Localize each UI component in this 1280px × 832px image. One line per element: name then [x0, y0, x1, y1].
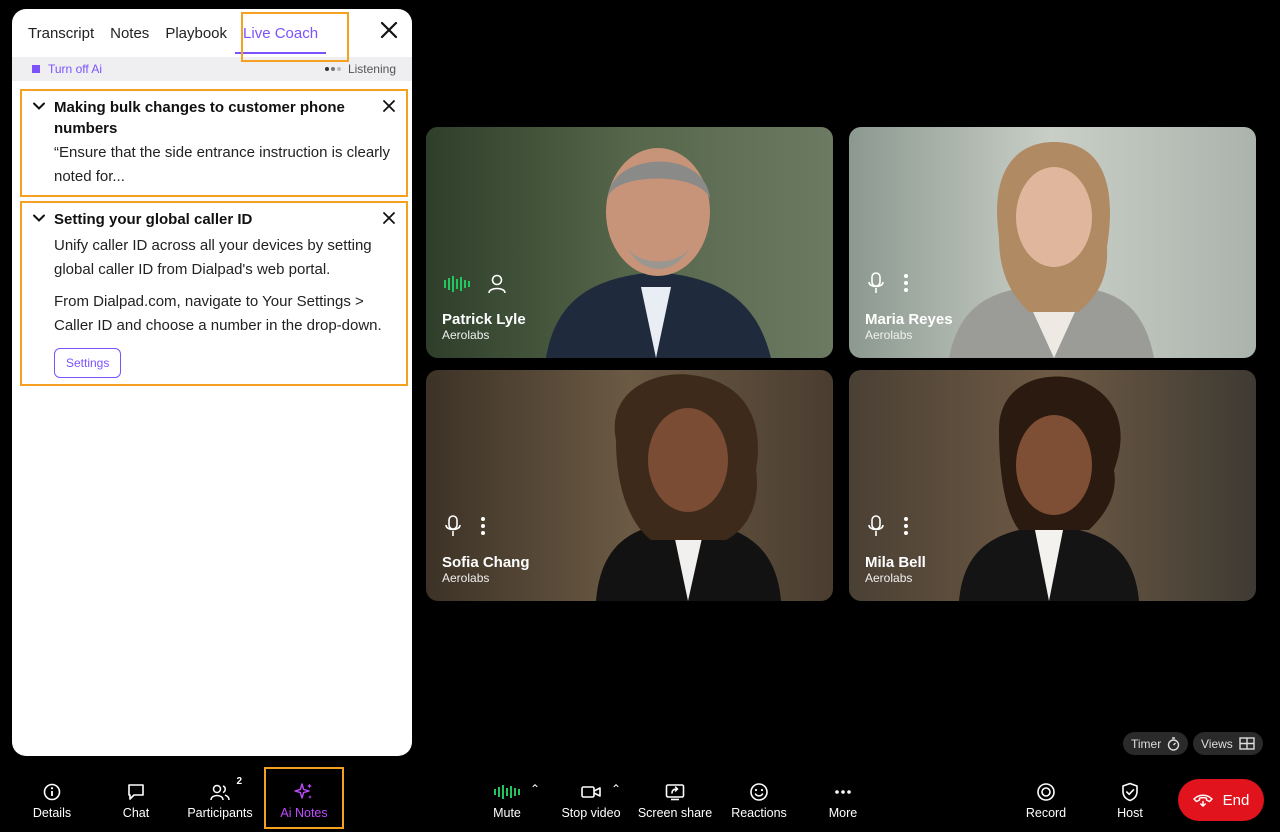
participant-org: Aerolabs	[865, 328, 913, 342]
more-label: More	[828, 806, 858, 820]
chevron-down-icon[interactable]	[32, 99, 46, 113]
more-vertical-icon[interactable]	[480, 516, 486, 536]
end-call-button[interactable]: End	[1178, 779, 1264, 821]
chevron-down-icon[interactable]	[32, 211, 46, 225]
video-options-chevron-icon[interactable]: ⌃	[611, 782, 621, 796]
tab-playbook[interactable]: Playbook	[165, 25, 227, 42]
card-title: Setting your global caller ID	[54, 211, 253, 228]
timer-label: Timer	[1131, 736, 1162, 751]
more-button[interactable]: More	[826, 782, 860, 822]
card-body: Unify caller ID across all your devices …	[54, 237, 372, 278]
turn-off-ai-button[interactable]: Turn off Ai	[32, 62, 102, 76]
screen-share-button[interactable]: Screen share	[638, 782, 712, 822]
ai-notes-label: Ai Notes	[280, 806, 328, 820]
video-tile[interactable]: Sofia Chang Aerolabs	[426, 370, 833, 601]
speaking-indicator-icon	[444, 276, 470, 292]
stop-video-button[interactable]: ⌃ Stop video	[560, 782, 622, 822]
smiley-icon	[750, 783, 768, 801]
reactions-label: Reactions	[731, 806, 787, 820]
more-horizontal-icon	[835, 790, 851, 794]
sparkle-icon	[294, 783, 312, 799]
card-body: “Ensure that the side entrance instructi…	[54, 144, 390, 185]
person-icon[interactable]	[488, 274, 506, 294]
settings-button[interactable]: Settings	[54, 348, 122, 378]
stopwatch-icon	[1168, 736, 1180, 751]
chat-button[interactable]: Chat	[114, 782, 158, 822]
tile-controls	[444, 515, 486, 537]
mute-options-chevron-icon[interactable]: ⌃	[530, 782, 540, 796]
ai-status-bar: Turn off Ai Listening	[12, 57, 412, 81]
card-close-icon[interactable]	[382, 211, 396, 225]
record-label: Record	[1025, 806, 1067, 820]
views-label: Views	[1201, 736, 1233, 751]
views-button[interactable]: Views	[1193, 732, 1263, 755]
grid-icon	[1239, 737, 1255, 750]
participants-count-badge: 2	[236, 776, 242, 787]
chat-label: Chat	[122, 806, 150, 820]
host-label: Host	[1117, 806, 1143, 820]
timer-button[interactable]: Timer	[1123, 732, 1189, 755]
participant-name: Sofia Chang	[442, 554, 530, 571]
video-tile[interactable]: Patrick Lyle Aerolabs	[426, 127, 833, 358]
close-icon[interactable]	[380, 21, 398, 43]
stop-video-label: Stop video	[561, 806, 621, 820]
coach-card: Setting your global caller ID Unify call…	[20, 201, 408, 386]
tile-controls	[867, 272, 909, 294]
participant-name: Mila Bell	[865, 554, 926, 571]
live-coach-panel: Transcript Notes Playbook Live Coach Tur…	[12, 9, 412, 756]
participant-org: Aerolabs	[865, 571, 913, 585]
listening-status: Listening	[324, 62, 396, 76]
more-vertical-icon[interactable]	[903, 273, 909, 293]
microphone-icon[interactable]	[867, 515, 885, 537]
details-label: Details	[32, 806, 72, 820]
coach-card: Making bulk changes to customer phone nu…	[20, 89, 408, 197]
participants-icon	[210, 784, 230, 801]
ai-notes-button[interactable]: Ai Notes	[278, 782, 330, 822]
tab-transcript[interactable]: Transcript	[28, 25, 94, 42]
participants-label: Participants	[187, 806, 253, 820]
card-close-icon[interactable]	[382, 99, 396, 113]
participant-org: Aerolabs	[442, 571, 490, 585]
card-body: From Dialpad.com, navigate to Your Setti…	[54, 293, 382, 334]
record-icon	[1037, 783, 1055, 801]
participant-name: Maria Reyes	[865, 311, 953, 328]
listening-label: Listening	[347, 62, 396, 76]
microphone-icon[interactable]	[867, 272, 885, 294]
participant-org: Aerolabs	[442, 328, 490, 342]
reactions-button[interactable]: Reactions	[731, 782, 787, 822]
info-icon	[43, 783, 61, 801]
more-vertical-icon[interactable]	[903, 516, 909, 536]
mute-button[interactable]: ⌃ Mute	[490, 782, 540, 822]
end-label: End	[1222, 791, 1250, 809]
card-title: Making bulk changes to customer phone nu…	[54, 99, 345, 137]
mute-label: Mute	[493, 806, 521, 820]
turn-off-ai-label: Turn off Ai	[48, 62, 103, 76]
host-button[interactable]: Host	[1114, 782, 1146, 822]
record-button[interactable]: Record	[1025, 782, 1067, 822]
panel-tabs: Transcript Notes Playbook Live Coach	[12, 9, 412, 62]
audio-level-icon	[494, 785, 520, 799]
screen-share-label: Screen share	[637, 806, 713, 820]
listening-dots-icon	[324, 67, 343, 71]
tab-highlight	[241, 12, 349, 62]
details-button[interactable]: Details	[30, 782, 74, 822]
chat-icon	[128, 784, 144, 800]
microphone-icon[interactable]	[444, 515, 462, 537]
video-camera-icon	[581, 786, 601, 798]
stop-icon	[32, 65, 40, 73]
participant-name: Patrick Lyle	[442, 311, 526, 328]
shield-check-icon	[1122, 782, 1138, 802]
tile-controls	[867, 515, 909, 537]
video-tile[interactable]: Maria Reyes Aerolabs	[849, 127, 1256, 358]
tile-controls	[444, 274, 506, 294]
video-tile[interactable]: Mila Bell Aerolabs	[849, 370, 1256, 601]
screen-share-icon	[665, 784, 685, 801]
hang-up-icon	[1192, 794, 1213, 807]
participants-button[interactable]: 2 Participants	[186, 776, 254, 822]
tab-notes[interactable]: Notes	[110, 25, 149, 42]
